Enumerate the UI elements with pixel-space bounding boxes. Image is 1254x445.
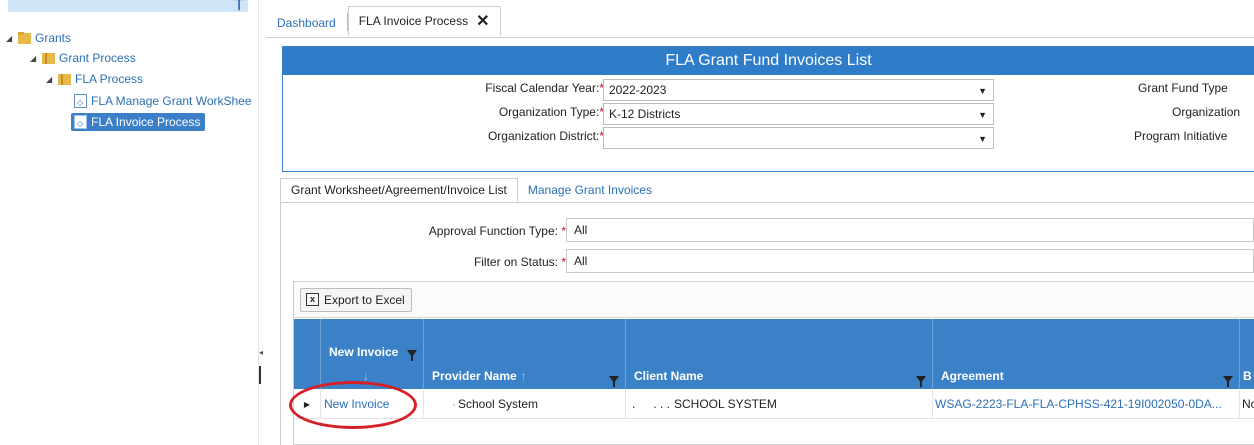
svg-text:◇: ◇ xyxy=(77,98,84,107)
navigation-tree: ⊤ ◢ Grants ◢ Grant Process ◢ FLA Process… xyxy=(0,0,258,445)
filter-icon[interactable] xyxy=(609,376,619,387)
fiscal-year-value: 2022-2023 xyxy=(609,83,667,97)
tree-item-fla-manage-grant-worksheet[interactable]: ◇ FLA Manage Grant WorkShee xyxy=(74,93,252,109)
organization-type-value: K-12 Districts xyxy=(609,107,681,121)
tab-fla-invoice-process[interactable]: FLA Invoice Process ✕ xyxy=(347,6,501,36)
tree-node-fla-process[interactable]: ◢ FLA Process xyxy=(46,71,143,87)
chevron-down-icon[interactable]: ▼ xyxy=(978,134,987,144)
tab-underline xyxy=(266,37,1254,38)
svg-text:◇: ◇ xyxy=(77,119,84,128)
tree-header-bar: ⊤ xyxy=(8,0,248,15)
tree-node-label: FLA Process xyxy=(75,72,144,86)
expand-triangle-icon[interactable]: ◢ xyxy=(6,34,18,43)
panel-splitter[interactable]: ◂ xyxy=(258,0,264,445)
filter-on-status-select[interactable]: All xyxy=(566,249,1254,273)
header-new-invoice[interactable]: New Invoice ↓ xyxy=(321,319,424,389)
organization-district-label: Organization District:* xyxy=(487,129,604,143)
row-expand-icon[interactable]: ▶ xyxy=(294,389,321,419)
grant-fund-type-label: Grant Fund Type xyxy=(1138,81,1228,95)
program-initiative-label: Program Initiative xyxy=(1134,129,1228,143)
approval-function-type-label: Approval Function Type: * xyxy=(428,224,566,238)
agreement-cell[interactable]: WSAG-2223-FLA-FLA-CPHSS-421-19I002050-0D… xyxy=(933,389,1240,419)
tab-grant-worksheet-list[interactable]: Grant Worksheet/Agreement/Invoice List xyxy=(280,178,518,202)
header-client-name[interactable]: Client Name xyxy=(626,319,933,389)
fiscal-year-label: Fiscal Calendar Year:* xyxy=(485,81,604,95)
chevron-down-icon[interactable]: ▼ xyxy=(978,110,987,120)
tab-label: Dashboard xyxy=(277,16,336,30)
b-p-cell: No xyxy=(1242,397,1254,411)
expand-triangle-icon[interactable]: ◢ xyxy=(30,54,42,63)
client-name-text: SCHOOL SYSTEM xyxy=(674,397,777,411)
tree-item-label: FLA Manage Grant WorkShee xyxy=(91,94,252,108)
header-expand-column xyxy=(294,319,321,389)
collapse-arrow-icon[interactable]: ◂ xyxy=(259,348,263,357)
main-content: Dashboard FLA Invoice Process ✕ FLA Gran… xyxy=(266,0,1254,445)
invoice-list-header-panel: FLA Grant Fund Invoices List Fiscal Cale… xyxy=(282,46,1254,172)
filter-icon[interactable] xyxy=(1223,376,1233,387)
tab-dashboard[interactable]: Dashboard xyxy=(266,10,347,36)
new-invoice-link[interactable]: New Invoice xyxy=(324,397,389,411)
grid-toolbar: x Export to Excel xyxy=(294,282,1254,318)
tab-label: FLA Invoice Process xyxy=(358,14,469,28)
organization-type-label: Organization Type:* xyxy=(498,105,604,119)
tree-node-label: Grant Process xyxy=(59,51,136,65)
tree-node-label: Grants xyxy=(35,31,72,45)
header-label: Client Name xyxy=(634,369,704,383)
new-invoice-cell[interactable]: New Invoice xyxy=(321,389,424,419)
sort-arrow-icon[interactable]: ↓ xyxy=(363,369,369,383)
tree-node-grants[interactable]: ◢ Grants xyxy=(6,30,71,46)
folder-icon xyxy=(42,52,56,64)
filter-on-status-label: Filter on Status: * xyxy=(473,255,566,269)
invoice-grid: x Export to Excel New Invoice ↓ Provider… xyxy=(293,281,1254,445)
fiscal-year-select[interactable]: 2022-2023 ▼ xyxy=(603,79,994,101)
header-label: Agreement xyxy=(941,369,1004,383)
organization-district-select[interactable]: ▼ xyxy=(603,127,994,149)
folder-icon xyxy=(58,73,72,85)
close-icon[interactable]: ✕ xyxy=(476,11,489,31)
page-icon: ◇ xyxy=(74,94,87,108)
header-b-p[interactable]: B P xyxy=(1240,319,1254,389)
organization-type-select[interactable]: K-12 Districts ▼ xyxy=(603,103,994,125)
approval-function-type-value: All xyxy=(574,223,588,237)
header-label: New Invoice xyxy=(329,345,399,359)
export-to-excel-button[interactable]: x Export to Excel xyxy=(300,287,412,312)
expand-triangle-icon[interactable]: ◢ xyxy=(46,75,58,84)
tree-node-grant-process[interactable]: ◢ Grant Process xyxy=(30,50,136,66)
filter-icon[interactable] xyxy=(916,376,926,387)
provider-name-text: School System xyxy=(458,397,539,411)
inner-tabs: Grant Worksheet/Agreement/Invoice List M… xyxy=(280,178,662,202)
header-provider-name[interactable]: Provider Name ↑ xyxy=(424,319,626,389)
header-agreement[interactable]: Agreement xyxy=(933,319,1240,389)
panel-title: FLA Grant Fund Invoices List xyxy=(283,47,1254,75)
pin-icon[interactable]: ⊤ xyxy=(232,0,246,15)
folder-icon xyxy=(18,32,32,44)
export-label: Export to Excel xyxy=(324,292,405,307)
tree-item-label: FLA Invoice Process xyxy=(91,115,201,129)
agreement-link[interactable]: WSAG-2223-FLA-FLA-CPHSS-421-19I002050-0D… xyxy=(935,397,1222,411)
excel-icon: x xyxy=(306,293,319,306)
tree-item-fla-invoice-process[interactable]: ◇ FLA Invoice Process xyxy=(71,113,206,131)
provider-name-cell: · School System xyxy=(424,389,626,419)
organization-label: Organization xyxy=(1172,105,1241,119)
page-icon: ◇ xyxy=(74,115,87,129)
filter-on-status-value: All xyxy=(574,254,588,268)
filter-icon[interactable] xyxy=(407,350,417,361)
page-tabs: Dashboard FLA Invoice Process ✕ xyxy=(266,6,501,36)
approval-function-type-select[interactable]: All xyxy=(566,218,1254,242)
chevron-down-icon[interactable]: ▼ xyxy=(978,86,987,96)
header-label: B P xyxy=(1243,369,1254,383)
client-name-cell: .. . . SCHOOL SYSTEM xyxy=(626,389,933,419)
grid-header: New Invoice ↓ Provider Name ↑ Client Name… xyxy=(294,319,1254,389)
header-label: Provider Name ↑ xyxy=(432,369,527,383)
splitter-handle[interactable] xyxy=(259,366,261,384)
tab-manage-grant-invoices[interactable]: Manage Grant Invoices xyxy=(518,178,662,202)
table-row[interactable]: ▶ New Invoice · School System .. . . SCHOO… xyxy=(294,389,1254,419)
